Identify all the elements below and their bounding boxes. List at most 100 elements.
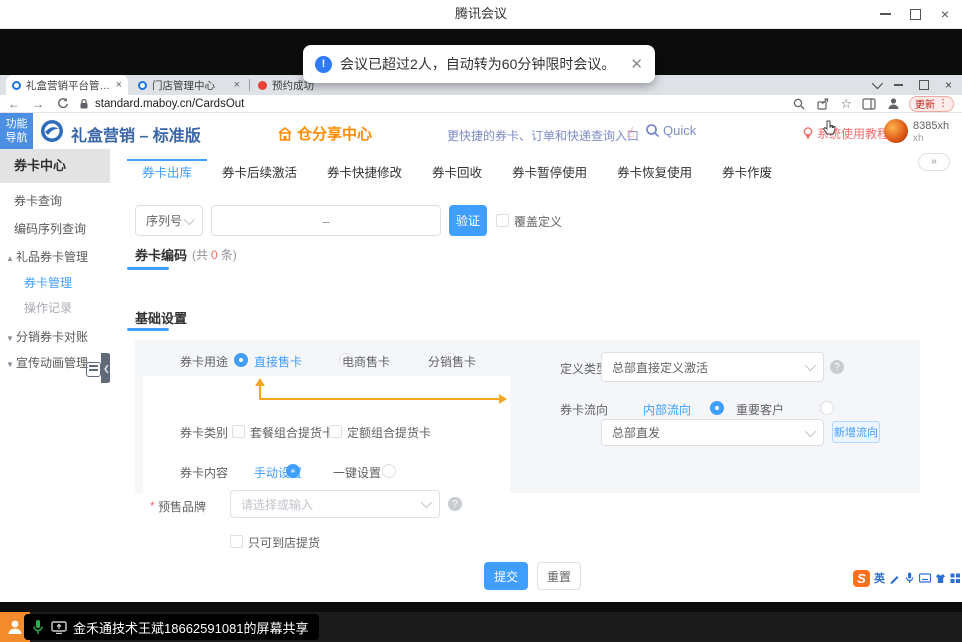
store-only-checkbox[interactable] (230, 535, 243, 548)
side-panel-icon[interactable] (862, 98, 876, 110)
ime-grid-icon[interactable] (950, 573, 961, 584)
tab-card-suspend[interactable]: 券卡暂停使用 (497, 159, 602, 185)
brand-select[interactable]: 请选择或输入 (230, 490, 440, 518)
sidebar-item-card-query[interactable]: 券卡查询 (0, 190, 110, 212)
sidebar-collapse-icon[interactable] (86, 362, 101, 377)
define-type-select[interactable]: 总部直接定义激活 (601, 352, 824, 382)
update-label: 更新 (915, 96, 935, 111)
store-only-label[interactable]: 只可到店提货 (248, 534, 320, 551)
serial-input[interactable]: – (211, 205, 441, 236)
ime-logo-icon[interactable]: S (853, 570, 870, 587)
tabstrip-menu-chevron-icon[interactable] (872, 78, 880, 92)
chevron-down-icon (805, 360, 816, 371)
submit-button[interactable]: 提交 (484, 562, 528, 590)
app-logo-icon (40, 119, 64, 143)
close-button[interactable]: × (930, 0, 960, 28)
tab-close-icon[interactable]: × (116, 79, 122, 91)
url-text[interactable]: standard.maboy.cn/CardsOut (95, 98, 244, 110)
quick-search-link[interactable]: Quick (645, 123, 696, 138)
category-option-fixed[interactable]: 定额组合提货卡 (347, 424, 431, 441)
profile-icon[interactable] (886, 96, 901, 111)
flow-option-internal[interactable]: 内部流向 (643, 401, 691, 418)
browser-menu-icon[interactable]: ⋮ (938, 98, 948, 109)
usage-option-distribution[interactable]: 分销售卡 (428, 353, 476, 370)
chevron-down-icon (184, 213, 195, 224)
quick-entry-text: 更快捷的券卡、订单和快递查询入口 (447, 127, 639, 144)
zoom-icon[interactable] (792, 97, 806, 111)
tab-card-void[interactable]: 券卡作废 (707, 159, 787, 185)
chevron-up-icon: ▲ (6, 248, 16, 270)
tab-card-activate[interactable]: 券卡后续激活 (207, 159, 312, 185)
share-center-link[interactable]: 仓分享中心 (277, 123, 372, 144)
verify-button[interactable]: 验证 (449, 205, 487, 236)
required-mark: * (150, 499, 155, 513)
tab-card-outbound[interactable]: 券卡出库 (127, 159, 207, 185)
browser-maximize-icon[interactable] (919, 80, 929, 90)
category-checkbox-combo[interactable] (232, 425, 245, 438)
share-icon[interactable] (816, 97, 830, 111)
user-name: 8385xh (913, 120, 949, 132)
overwrite-checkbox[interactable] (496, 214, 509, 227)
browser-tab-1[interactable]: 礼盒营销平台管理中心 × (6, 75, 128, 95)
mouse-cursor (822, 120, 838, 138)
flow-arrow-icon (135, 376, 920, 416)
sidebar-item-code-sequence-query[interactable]: 编码序列查询 (0, 218, 110, 240)
bookmark-star-icon[interactable]: ☆ (840, 96, 852, 112)
tab-card-restore[interactable]: 券卡恢复使用 (602, 159, 707, 185)
share-bar-text: 金禾通技术王斌18662591081的屏幕共享 (73, 618, 309, 637)
flow-radio-vip[interactable] (820, 401, 834, 415)
banner-close-icon[interactable]: ✕ (630, 55, 643, 73)
sidebar-group-gift-card-mgmt[interactable]: ▲礼品券卡管理 (0, 246, 110, 268)
tab-card-recycle[interactable]: 券卡回收 (417, 159, 497, 185)
sidebar-group-label: 礼品券卡管理 (16, 250, 88, 264)
tab-separator (249, 79, 250, 91)
chevron-down-icon (421, 497, 432, 508)
content-option-manual[interactable]: 手动设置 (254, 464, 302, 481)
ime-skin-icon[interactable] (935, 573, 946, 584)
pointing-hand-icon: ☝ (626, 124, 635, 141)
usage-radio-direct[interactable] (234, 353, 248, 367)
serial-field-select[interactable]: 序列号 (135, 205, 203, 236)
flow-radio-internal[interactable] (710, 401, 724, 415)
add-flow-button[interactable]: 新增流向 (832, 421, 880, 443)
flow-select[interactable]: 总部直发 (601, 419, 824, 446)
browser-close-icon[interactable]: × (945, 78, 952, 92)
usage-option-direct[interactable]: 直接售卡 (254, 353, 302, 370)
nav-toggle-button[interactable]: 功能导航 (0, 113, 33, 149)
minimize-button[interactable] (870, 0, 900, 28)
screen-share-icon (51, 621, 67, 634)
refresh-icon[interactable] (56, 97, 69, 110)
brand-help-icon[interactable]: ? (448, 497, 462, 511)
category-checkbox-fixed[interactable] (329, 425, 342, 438)
content-option-onekey[interactable]: 一键设置 (333, 464, 381, 481)
browser-minimize-icon[interactable] (894, 84, 903, 86)
browser-window: 礼盒营销平台管理中心 × 门店管理中心 × 预约成功 × ← (0, 75, 962, 602)
ime-pen-icon[interactable] (889, 573, 900, 584)
flow-option-vip[interactable]: 重要客户 (736, 401, 784, 418)
usage-option-ecommerce[interactable]: 电商售卡 (342, 353, 390, 370)
tab-card-quick-edit[interactable]: 券卡快捷修改 (312, 159, 417, 185)
tutorial-link[interactable]: 系统使用教程 (803, 125, 889, 142)
browser-tab-2[interactable]: 门店管理中心 × (132, 75, 246, 95)
sidebar-item-operation-log[interactable]: 操作记录 (0, 297, 110, 319)
ime-language-toggle[interactable]: 英 (874, 570, 885, 586)
back-icon[interactable]: ← (8, 97, 20, 111)
ime-mic-icon[interactable] (904, 572, 915, 584)
tab-close-icon[interactable]: × (234, 79, 240, 91)
sidebar-item-card-mgmt[interactable]: 券卡管理 (0, 272, 110, 294)
define-type-help-icon[interactable]: ? (830, 360, 844, 374)
user-avatar[interactable] (884, 119, 908, 143)
expand-tabs-button[interactable]: » (918, 153, 950, 171)
banner-text: 会议已超过2人，自动转为60分钟限时会议。 (340, 54, 615, 74)
forward-icon[interactable]: → (32, 97, 44, 111)
reset-button[interactable]: 重置 (537, 562, 581, 590)
info-icon: ! (315, 56, 332, 73)
ime-keyboard-icon[interactable] (919, 573, 931, 583)
basic-settings-title: 基础设置 (135, 308, 187, 327)
sidebar-group-distribution-reconcile[interactable]: ▼分销券卡对账 (0, 326, 110, 348)
lock-icon (79, 98, 89, 110)
screen-share-indicator: 金禾通技术王斌18662591081的屏幕共享 (24, 614, 319, 640)
update-button[interactable]: 更新 ⋮ (909, 96, 954, 112)
category-option-combo[interactable]: 套餐组合提货卡 (250, 424, 334, 441)
maximize-button[interactable] (900, 0, 930, 28)
